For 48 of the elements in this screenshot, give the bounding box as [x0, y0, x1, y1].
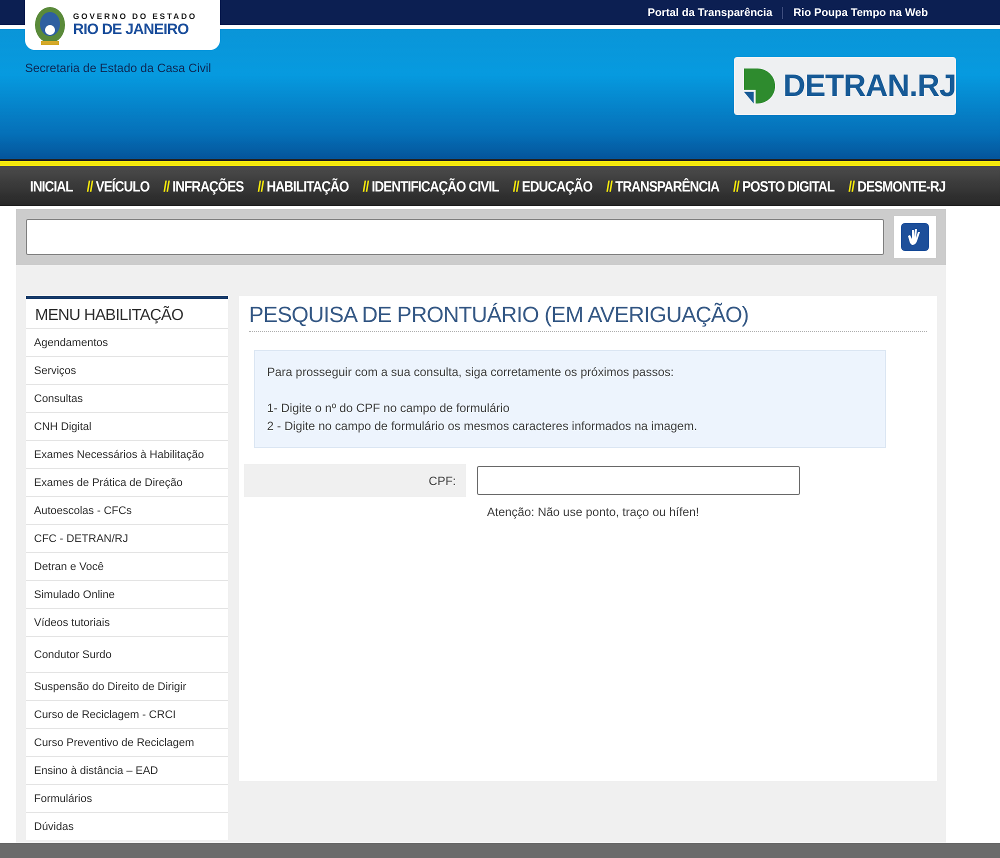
sidebar-item[interactable]: Formulários: [26, 784, 228, 812]
nav-link[interactable]: INICIAL: [30, 177, 73, 195]
nav-link[interactable]: // EDUCAÇÃO: [512, 177, 592, 195]
sidebar-item[interactable]: Exames de Prática de Direção: [26, 468, 228, 496]
sidebar-item[interactable]: Consultas: [26, 384, 228, 412]
state-logo[interactable]: GOVERNO DO ESTADO RIO DE JANEIRO: [25, 0, 220, 50]
logo-text: GOVERNO DO ESTADO: [73, 12, 198, 21]
nav-link[interactable]: // IDENTIFICAÇÃO CIVIL: [362, 177, 499, 195]
sidebar-item[interactable]: Ensino à distância – EAD: [26, 756, 228, 784]
info-text: Para prosseguir com a sua consulta, siga corretamente os próximos passos:: [267, 364, 675, 381]
sidebar-item[interactable]: Simulado Online: [26, 580, 228, 608]
cpf-label: CPF:: [244, 464, 466, 497]
logo-text: RIO DE JANEIRO: [73, 21, 190, 38]
info-text: 2 - Digite no campo de formulário os mesmos caracteres informados na imagem.: [267, 418, 698, 435]
cpf-hint: Atenção: Não use ponto, traço ou hífen!: [487, 505, 700, 519]
hand-icon: [901, 223, 929, 251]
nav-link[interactable]: // DESMONTE-RJ: [848, 177, 946, 195]
sign-language-button[interactable]: [894, 216, 936, 258]
sidebar-item[interactable]: Curso de Reciclagem - CRCI: [26, 700, 228, 728]
detran-logo[interactable]: DETRAN.RJ: [734, 57, 956, 115]
sidebar-item[interactable]: CFC - DETRAN/RJ: [26, 524, 228, 552]
search-field[interactable]: [26, 219, 884, 255]
sidebar-item[interactable]: Suspensão do Direito de Dirigir: [26, 672, 228, 700]
nav-link[interactable]: // HABILITAÇÃO: [258, 177, 349, 195]
top-link[interactable]: Portal da Transparência: [638, 6, 782, 18]
secretariat-text: Secretaria de Estado da Casa Civil: [25, 61, 212, 75]
logo-text: DETRAN.RJ: [783, 68, 956, 104]
info-text: 1- Digite o nº do CPF no campo de formulário: [267, 400, 510, 417]
nav-link[interactable]: // INFRAÇÕES: [163, 177, 244, 195]
coat-of-arms-icon: [33, 4, 67, 46]
sidebar-item[interactable]: CNH Digital: [26, 412, 228, 440]
d-logo-icon: [744, 68, 776, 104]
top-link[interactable]: Rio Poupa Tempo na Web: [782, 6, 938, 18]
sidebar-item[interactable]: Dúvidas: [26, 812, 228, 840]
sidebar-item[interactable]: Condutor Surdo: [26, 636, 228, 672]
sidebar-item[interactable]: Agendamentos: [26, 328, 228, 356]
nav-link[interactable]: // TRANSPARÊNCIA: [606, 177, 720, 195]
sidebar-item[interactable]: Serviços: [26, 356, 228, 384]
cpf-field[interactable]: [477, 466, 800, 495]
sidebar-item[interactable]: Vídeos tutoriais: [26, 608, 228, 636]
sidebar-title: MENU HABILITAÇÃO: [26, 296, 228, 328]
sidebar-item[interactable]: Autoescolas - CFCs: [26, 496, 228, 524]
sidebar-item[interactable]: Exames Necessários à Habilitação: [26, 440, 228, 468]
page-title: PESQUISA DE PRONTUÁRIO (EM AVERIGUAÇÃO): [249, 302, 927, 332]
sidebar-item[interactable]: Detran e Você: [26, 552, 228, 580]
sidebar-item[interactable]: Curso Preventivo de Reciclagem: [26, 728, 228, 756]
nav-link[interactable]: // VEÍCULO: [86, 177, 150, 195]
nav-link[interactable]: // POSTO DIGITAL: [733, 177, 834, 195]
